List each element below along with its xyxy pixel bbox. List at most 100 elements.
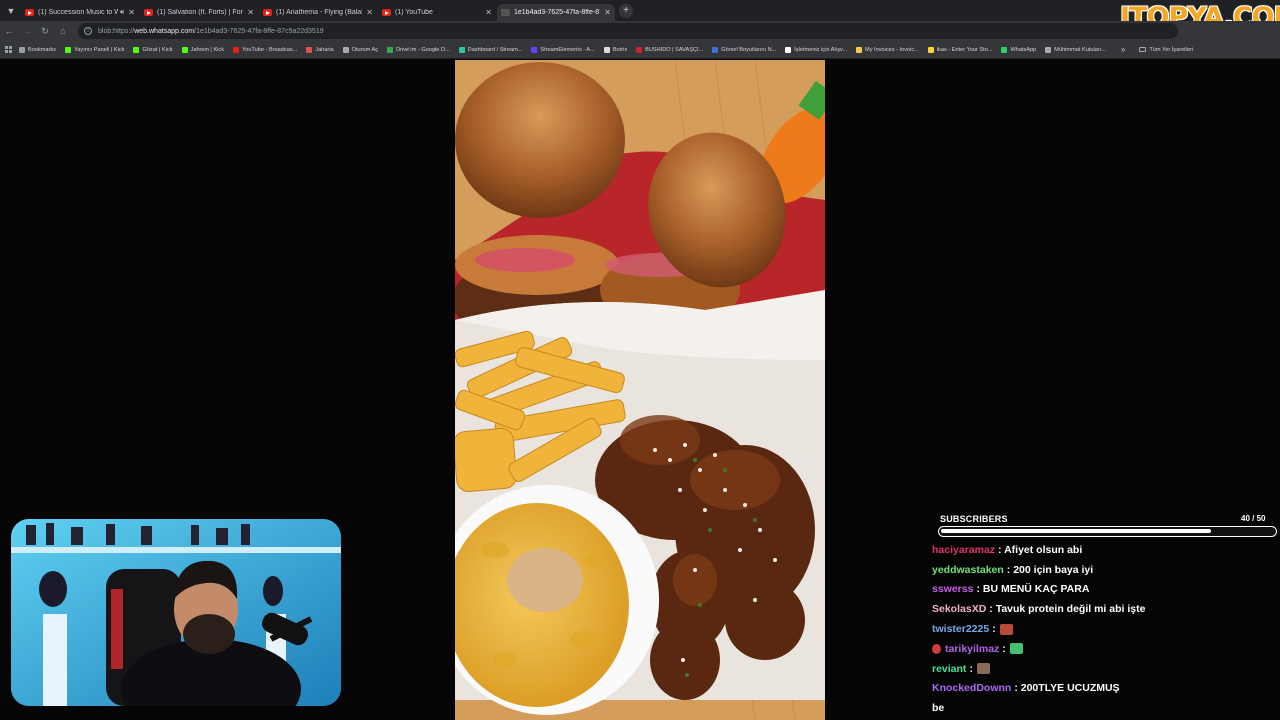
chat-username: yeddwastaken (932, 563, 1004, 576)
bookmark-item[interactable]: ikas - Enter Your Sto... (927, 46, 993, 53)
bookmark-item[interactable]: WhatsApp (1001, 46, 1037, 53)
close-tab-icon[interactable]: ✕ (366, 8, 373, 17)
bookmark-item[interactable]: My Invoices - Invoic... (856, 46, 919, 53)
chat-message: yeddwastaken: 200 için baya iyi (932, 560, 1277, 580)
screen: ▼ (1) Succession Music to W 🔊︎ ✕ (1) Salvat… (0, 0, 1280, 720)
new-tab-button[interactable]: + (619, 3, 633, 18)
url-path: /1e1b4ad3-7625-47fa-8ffe-87c5a22d3519 (194, 27, 324, 35)
tab-title: (1) YouTube (395, 9, 433, 16)
webcam-overlay (11, 519, 341, 706)
bookmark-item[interactable]: Botrix (603, 46, 628, 53)
tab-0[interactable]: (1) Succession Music to W 🔊︎ ✕ (21, 4, 139, 21)
address-bar[interactable]: i blob:https://web.whatsapp.com/1e1b4ad3… (78, 23, 1178, 39)
bookmark-item[interactable]: StreamElements - A... (531, 46, 595, 53)
bookmark-label: Gözat | Kick (142, 46, 173, 53)
bookmark-label: ikas - Enter Your Sto... (936, 46, 993, 53)
tab-strip: ▼ (1) Succession Music to W 🔊︎ ✕ (1) Salvat… (0, 0, 1280, 21)
chat-text: : (969, 662, 973, 675)
star-icon (19, 46, 25, 53)
bookmark-item[interactable]: Jaharia (306, 46, 334, 53)
drive-icon (387, 46, 394, 53)
subscribers-count: 40 / 50 (1241, 514, 1266, 523)
site-icon (306, 46, 313, 53)
bookmark-item[interactable]: İşletmeniz için Alışv... (785, 46, 848, 53)
youtube-icon (144, 9, 153, 16)
bookmark-label: İşletmeniz için Alışv... (794, 46, 848, 53)
bookmark-item[interactable]: Jahrein | Kick (181, 46, 225, 53)
close-tab-icon[interactable]: ✕ (247, 8, 254, 17)
site-icon (458, 46, 465, 53)
kick-icon (64, 46, 71, 53)
youtube-icon (233, 46, 240, 53)
tab-2[interactable]: (1) Anathema - Flying (Balaban ✕ (259, 4, 377, 21)
url-prefix: blob:https:// (98, 27, 135, 35)
bookmark-item[interactable]: Görsel Boyutlarını N... (712, 46, 777, 53)
bookmark-label: Görsel Boyutlarını N... (721, 46, 777, 53)
bookmark-item[interactable]: BUSHIDO | SAVAŞÇI... (636, 46, 704, 53)
bookmark-item[interactable]: Oturum Aç (342, 46, 378, 53)
site-icon (712, 46, 719, 53)
home-icon[interactable]: ⌂ (54, 26, 72, 36)
site-info-icon[interactable]: i (84, 27, 92, 35)
chat-text: : 200 için baya iyi (1006, 563, 1094, 576)
chat-message: haciyaramaz: Afiyet olsun abi (932, 540, 1277, 560)
speaker-icon[interactable]: 🔊︎ (120, 9, 124, 17)
chat-username: SekolasXD (932, 603, 987, 616)
bookmark-label: Bookmarks (28, 46, 56, 53)
apps-grid-icon[interactable] (5, 45, 13, 54)
bookmark-label: BUSHIDO | SAVAŞÇI... (645, 46, 704, 53)
bookmark-item[interactable]: Drive'ım - Google D... (387, 46, 450, 53)
chat-message: SekolasXD: Tavuk protein değil mi abi iş… (932, 599, 1277, 619)
bookmark-item[interactable]: Mühimmat Kutuları... (1045, 46, 1106, 53)
reload-icon[interactable]: ↻ (36, 26, 54, 37)
chat-emote-icon (976, 663, 990, 675)
bookmark-label: WhatsApp (1010, 46, 1037, 53)
site-icon (531, 46, 538, 53)
subscribers-progress-fill (941, 529, 1211, 533)
bookmark-item[interactable]: Dashboard / Stream... (458, 46, 523, 53)
tab-title: (1) Anathema - Flying (Balaban (276, 9, 362, 16)
close-tab-icon[interactable]: ✕ (128, 8, 135, 17)
chat-username: tarikyilmaz (945, 642, 1000, 655)
subscribers-label: SUBSCRIBERS (940, 514, 1008, 524)
kick-icon (133, 46, 140, 53)
chat-overlay: haciyaramaz: Afiyet olsun abi yeddwastake… (932, 540, 1277, 718)
bookmark-item[interactable]: YouTube - Broadcas... (233, 46, 298, 53)
site-icon (927, 46, 934, 53)
youtube-icon (382, 9, 391, 16)
tab-1[interactable]: (1) Salvation (ft. Forts) | For De ✕ (140, 4, 258, 21)
chat-text: : (1002, 642, 1006, 655)
bookmark-item[interactable]: Bookmarks (19, 46, 56, 53)
bookmarks-overflow-button[interactable]: » (1121, 45, 1125, 54)
chat-message: twister2225: (932, 619, 1277, 639)
back-arrow-icon[interactable]: ← (0, 26, 18, 36)
whatsapp-icon (1001, 46, 1008, 53)
all-bookmarks-button[interactable]: Tüm Yer İşaretleri (1139, 47, 1193, 53)
chat-username: reviant (932, 662, 967, 675)
close-tab-icon[interactable]: ✕ (485, 8, 492, 17)
chat-username: sswerss (932, 583, 974, 596)
kick-icon (181, 46, 188, 53)
bookmark-label: YouTube - Broadcas... (242, 46, 298, 53)
close-tab-icon[interactable]: ✕ (604, 8, 611, 17)
site-icon (856, 46, 863, 53)
bookmark-label: Jahrein | Kick (190, 46, 225, 53)
chat-emote-icon (999, 623, 1013, 635)
bookmark-item[interactable]: Gözat | Kick (133, 46, 173, 53)
chat-text: : BU MENÜ KAÇ PARA (976, 583, 1090, 596)
tab-title: (1) Succession Music to W (38, 9, 118, 16)
bookmark-label: Botrix (612, 46, 628, 53)
bookmark-item[interactable]: Yayıncı Paneli | Kick (64, 46, 124, 53)
chat-emote-icon (1009, 643, 1023, 655)
tab-search-chevron-icon[interactable]: ▼ (2, 2, 20, 20)
tab-3[interactable]: (1) YouTube ✕ (378, 4, 496, 21)
forward-arrow-icon[interactable]: → (18, 26, 36, 36)
bookmark-label: StreamElements - A... (540, 46, 595, 53)
bookmark-label: Mühimmat Kutuları... (1054, 46, 1106, 53)
chat-username: twister2225 (932, 623, 990, 636)
chat-text: : 200TLYE UCUZMUŞ (1014, 682, 1120, 695)
site-icon (785, 46, 792, 53)
tab-4[interactable]: 1e1b4ad3-7625-47fa-8ffe-87c5 ✕ (497, 4, 615, 21)
bookmark-label: My Invoices - Invoic... (865, 46, 919, 53)
bookmark-label: Dashboard / Stream... (467, 46, 523, 53)
